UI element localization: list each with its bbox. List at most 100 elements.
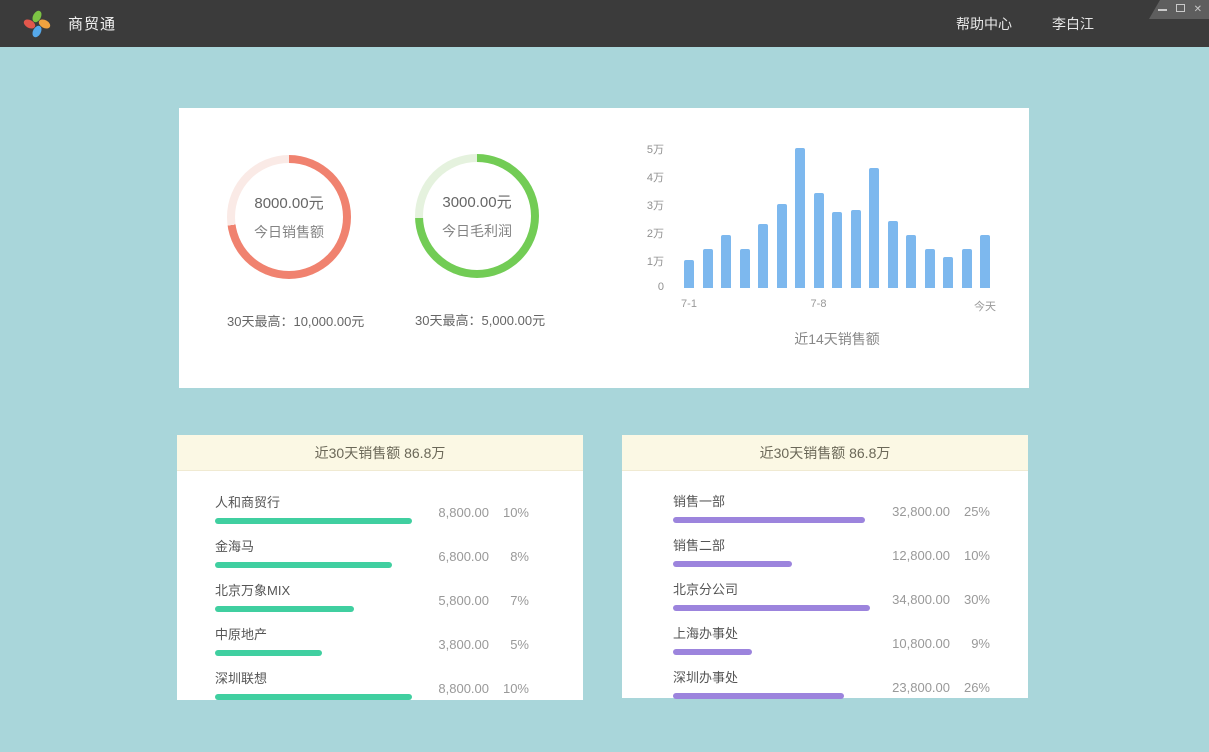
rank-row-bar	[215, 650, 322, 656]
bar[interactable]	[962, 249, 972, 288]
rank-row: 深圳办事处 23,800.0026%	[673, 667, 990, 699]
rank-row-values: 3,800.005%	[413, 637, 529, 652]
bar[interactable]	[832, 212, 842, 288]
rank-row-bar	[215, 518, 412, 524]
rank-row-amount: 10,800.00	[874, 636, 950, 651]
bar[interactable]	[795, 148, 805, 288]
rank-row-amount: 8,800.00	[413, 681, 489, 696]
overview-card: 8000.00元 今日销售额 30天最高：10,000.00元 3000.00元…	[179, 108, 1029, 388]
rank-row-percent: 25%	[950, 504, 990, 519]
bar[interactable]	[814, 193, 824, 288]
rank-card-title: 近30天销售额 86.8万	[622, 435, 1028, 471]
rank-row: 销售二部 12,800.0010%	[673, 535, 990, 567]
y-tick-label: 3万	[634, 197, 664, 213]
gauge-value: 3000.00元	[442, 191, 511, 212]
rank-row: 北京分公司 34,800.0030%	[673, 579, 990, 611]
rank-row-amount: 6,800.00	[413, 549, 489, 564]
app-logo-icon	[22, 9, 52, 39]
rank-row-percent: 7%	[489, 593, 529, 608]
rank-row-values: 8,800.0010%	[413, 681, 529, 696]
rank-card-title: 近30天销售额 86.8万	[177, 435, 583, 471]
maximize-icon[interactable]	[1176, 4, 1185, 15]
bar[interactable]	[777, 204, 787, 288]
rank-row: 深圳联想 8,800.0010%	[215, 668, 529, 700]
rank-row-amount: 5,800.00	[413, 593, 489, 608]
rank-row-percent: 10%	[489, 505, 529, 520]
rank-row: 金海马 6,800.008%	[215, 536, 529, 568]
gauge-ring: 8000.00元 今日销售额	[227, 155, 351, 279]
rank-row-percent: 10%	[950, 548, 990, 563]
gauge-center: 8000.00元 今日销售额	[235, 163, 343, 271]
bar[interactable]	[925, 249, 935, 288]
rank-row-values: 8,800.0010%	[413, 505, 529, 520]
gauge-label: 今日销售额	[254, 222, 324, 242]
titlebar: 商贸通 帮助中心 李白江 ✕	[0, 0, 1209, 47]
rank-rows: 销售一部 32,800.0025% 销售二部 12,800.0010% 北京分公…	[622, 471, 1028, 699]
bar[interactable]	[851, 210, 861, 288]
bar[interactable]	[703, 249, 713, 288]
rank-row-amount: 8,800.00	[413, 505, 489, 520]
rank-row-amount: 23,800.00	[874, 680, 950, 695]
y-tick-label: 4万	[634, 169, 664, 185]
rank-row-bar	[215, 694, 412, 700]
rank-row-amount: 12,800.00	[874, 548, 950, 563]
rank-row: 人和商贸行 8,800.0010%	[215, 492, 529, 524]
x-axis-labels: 7-17-8今天	[684, 298, 990, 312]
rank-row-bar	[673, 605, 870, 611]
help-center-link[interactable]: 帮助中心	[956, 14, 1012, 34]
y-tick-label: 1万	[634, 253, 664, 269]
gauge-today-profit: 3000.00元 今日毛利润 30天最高：5,000.00元	[415, 154, 539, 329]
minimize-icon[interactable]	[1158, 5, 1167, 15]
chart-title: 近14天销售额	[684, 329, 990, 349]
bar[interactable]	[740, 249, 750, 288]
gauge-30d-max: 30天最高：5,000.00元	[415, 310, 539, 329]
x-tick-label: 7-8	[811, 298, 827, 310]
rank-row-percent: 5%	[489, 637, 529, 652]
gauge-value: 8000.00元	[254, 192, 323, 213]
app-title: 商贸通	[68, 13, 116, 34]
department-sales-rank-card: 近30天销售额 86.8万 销售一部 32,800.0025% 销售二部 12,…	[622, 435, 1028, 698]
rank-rows: 人和商贸行 8,800.0010% 金海马 6,800.008% 北京万象MIX…	[177, 471, 583, 700]
bar[interactable]	[943, 257, 953, 288]
rank-row-values: 34,800.0030%	[874, 592, 990, 607]
rank-row: 北京万象MIX 5,800.007%	[215, 580, 529, 612]
y-tick-label: 0	[634, 281, 664, 293]
rank-row-values: 32,800.0025%	[874, 504, 990, 519]
rank-row-percent: 26%	[950, 680, 990, 695]
gauge-today-sales: 8000.00元 今日销售额 30天最高：10,000.00元	[227, 155, 351, 330]
bar[interactable]	[684, 260, 694, 288]
rank-row-percent: 30%	[950, 592, 990, 607]
bar[interactable]	[721, 235, 731, 288]
rank-row: 上海办事处 10,800.009%	[673, 623, 990, 655]
rank-row-bar	[673, 561, 792, 567]
rank-row-bar	[673, 517, 865, 523]
bar-series	[684, 142, 990, 288]
window-controls: ✕	[1149, 0, 1209, 19]
user-menu[interactable]: 李白江	[1052, 14, 1094, 34]
rank-row: 销售一部 32,800.0025%	[673, 491, 990, 523]
bar[interactable]	[906, 235, 916, 288]
gauge-center: 3000.00元 今日毛利润	[423, 162, 531, 270]
rank-row-values: 12,800.0010%	[874, 548, 990, 563]
rank-row-values: 23,800.0026%	[874, 680, 990, 695]
rank-row-bar	[673, 693, 844, 699]
rank-row-bar	[673, 649, 752, 655]
customer-sales-rank-card: 近30天销售额 86.8万 人和商贸行 8,800.0010% 金海马 6,80…	[177, 435, 583, 700]
bar[interactable]	[980, 235, 990, 288]
rank-row-bar	[215, 562, 392, 568]
sales-14d-chart: 5万4万3万2万1万0 7-17-8今天 近14天销售额	[634, 108, 1014, 368]
y-tick-label: 5万	[634, 141, 664, 157]
rank-row-percent: 10%	[489, 681, 529, 696]
rank-row-values: 10,800.009%	[874, 636, 990, 651]
bar[interactable]	[888, 221, 898, 288]
gauge-label: 今日毛利润	[442, 221, 512, 241]
rank-row-bar	[215, 606, 354, 612]
bar[interactable]	[758, 224, 768, 288]
rank-row: 中原地产 3,800.005%	[215, 624, 529, 656]
rank-row-percent: 9%	[950, 636, 990, 651]
gauge-ring: 3000.00元 今日毛利润	[415, 154, 539, 278]
bar[interactable]	[869, 168, 879, 288]
x-tick-label: 今天	[974, 298, 996, 314]
close-icon[interactable]: ✕	[1194, 5, 1202, 15]
rank-row-values: 6,800.008%	[413, 549, 529, 564]
